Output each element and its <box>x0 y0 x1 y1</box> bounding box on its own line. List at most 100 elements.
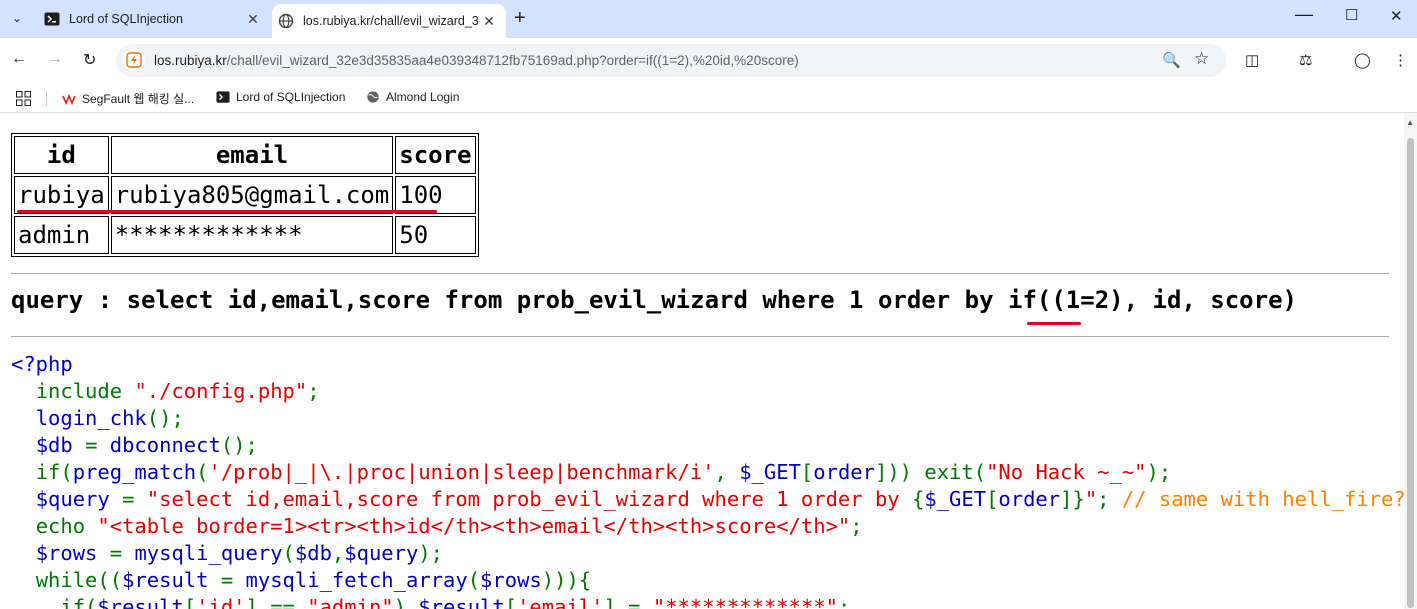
browser-toolbar: ← → ↻ los.rubiya.kr/chall/evil_wizard_32… <box>0 38 1417 84</box>
code-token: = <box>85 433 110 457</box>
annotation-underline-condition <box>1027 322 1081 325</box>
result-table: id email score rubiya rubiya805@gmail.co… <box>11 133 479 257</box>
cell-id: admin <box>14 216 109 254</box>
code-line: while(($result = mysqli_fetch_array($row… <box>11 567 1404 594</box>
code-token: "./config.php" <box>134 379 308 403</box>
segfault-logo-icon <box>62 93 76 105</box>
terminal-icon <box>44 12 60 26</box>
profile-icon[interactable]: ◯ <box>1354 51 1371 69</box>
scroll-up-arrow-icon[interactable]: ▲ <box>1406 118 1414 127</box>
address-bar[interactable]: los.rubiya.kr/chall/evil_wizard_32e3d358… <box>116 44 1226 77</box>
code-token: "<table border=1><tr><th>id</th><th>emai… <box>97 514 851 538</box>
menu-kebab-icon[interactable]: ⋮ <box>1393 51 1408 69</box>
code-token: ) <box>393 595 419 609</box>
bookmark-segfault[interactable]: SegFault 웹 해킹 실... <box>62 90 194 107</box>
bookmark-almond-login[interactable]: Almond Login <box>366 90 459 104</box>
code-token: if( <box>35 460 73 484</box>
url-path: /chall/evil_wizard_32e3d35835aa4e0393487… <box>226 53 799 68</box>
tab-strip: ⌄ Lord of SQLInjection ✕ los.rubiya.kr/c… <box>0 0 1417 38</box>
extensions-icon[interactable]: ◫ <box>1245 51 1259 69</box>
php-source-code: <?php include "./config.php"; login_chk(… <box>11 351 1404 609</box>
code-token: ]} <box>1060 487 1085 511</box>
close-tab-icon[interactable]: ✕ <box>481 13 497 30</box>
code-token: ( <box>196 460 209 484</box>
terminal-icon <box>216 91 230 103</box>
code-token: '/prob|_|\.|proc|union|sleep|benchmark/i… <box>208 460 715 484</box>
reload-icon[interactable]: ↻ <box>83 50 96 70</box>
bookmark-lord-of-sqlinjection[interactable]: Lord of SQLInjection <box>216 90 345 104</box>
code-token: echo <box>35 514 98 538</box>
code-line: login_chk(); <box>11 405 1404 432</box>
labs-flask-icon[interactable]: ⚖ <box>1299 51 1312 69</box>
code-token: if( <box>60 595 98 609</box>
code-token: ; <box>307 379 320 403</box>
maximize-icon[interactable]: ☐ <box>1345 6 1358 24</box>
code-token: ); <box>1146 460 1172 484</box>
code-token: 'email' <box>517 595 604 609</box>
code-token: $result <box>97 595 184 609</box>
code-line: $db = dbconnect(); <box>11 432 1404 459</box>
code-token: preg_match <box>72 460 197 484</box>
tab-evil-wizard[interactable]: los.rubiya.kr/chall/evil_wizard_3 ✕ <box>272 4 506 38</box>
scrollbar-thumb[interactable] <box>1407 138 1414 608</box>
code-token: "select id,email,score from prob_evil_wi… <box>146 487 912 511</box>
divider <box>11 273 1389 274</box>
code-token: (); <box>146 406 184 430</box>
table-row: rubiya rubiya805@gmail.com 100 <box>14 176 476 214</box>
code-token: $result <box>122 568 221 592</box>
code-token: while(( <box>35 568 123 592</box>
new-tab-icon[interactable]: + <box>514 8 526 28</box>
code-line: <?php <box>11 351 1404 378</box>
code-token: ; <box>850 514 863 538</box>
code-token: "admin" <box>307 595 394 609</box>
tab-title: los.rubiya.kr/chall/evil_wizard_3 <box>303 14 479 28</box>
zoom-icon[interactable]: 🔍 <box>1162 51 1181 69</box>
window-close-icon[interactable]: ✕ <box>1390 7 1403 25</box>
minimize-icon[interactable]: — <box>1295 4 1313 25</box>
forward-icon[interactable]: → <box>47 50 63 68</box>
code-token: order <box>813 460 875 484</box>
code-token: ])) exit( <box>874 460 987 484</box>
divider <box>11 336 1389 337</box>
code-token: $db <box>35 433 86 457</box>
tab-search-button[interactable]: ⌄ <box>6 7 28 29</box>
code-token: ; <box>1097 487 1122 511</box>
code-token: include <box>35 379 135 403</box>
column-header-score: score <box>395 136 476 174</box>
code-token: ] = <box>603 595 653 609</box>
code-line: echo "<table border=1><tr><th>id</th><th… <box>11 513 1404 540</box>
globe-icon <box>278 13 294 29</box>
code-token: mysqli_query <box>134 541 283 565</box>
annotation-underline-row <box>17 210 437 213</box>
code-token: ] == <box>245 595 308 609</box>
code-token: $_GET <box>739 460 801 484</box>
tab-title: Lord of SQLInjection <box>69 12 183 26</box>
query-text: query : select id,email,score from prob_… <box>11 286 1297 314</box>
code-token: = <box>109 541 135 565</box>
code-token: dbconnect <box>109 433 221 457</box>
close-tab-icon[interactable]: ✕ <box>245 11 261 28</box>
bookmark-label: Almond Login <box>386 90 460 104</box>
not-secure-icon <box>126 52 142 68</box>
code-token: , <box>714 460 740 484</box>
back-icon[interactable]: ← <box>11 50 27 68</box>
url-text[interactable]: los.rubiya.kr/chall/evil_wizard_32e3d358… <box>154 53 799 68</box>
code-token: = <box>122 487 147 511</box>
cell-score: 100 <box>395 176 476 214</box>
tab-lord-of-sqlinjection[interactable]: Lord of SQLInjection ✕ <box>38 4 270 34</box>
code-token: ( <box>282 541 295 565</box>
apps-grid-icon[interactable] <box>16 91 31 106</box>
site-info-button[interactable] <box>123 49 145 71</box>
bookmark-star-icon[interactable]: ☆ <box>1194 49 1209 69</box>
code-token: $query <box>35 487 123 511</box>
code-token: <?php <box>11 352 73 376</box>
code-token: mysqli_fetch_array <box>245 568 468 592</box>
code-token: order <box>998 487 1061 511</box>
code-token: "No Hack ~_~" <box>986 460 1147 484</box>
